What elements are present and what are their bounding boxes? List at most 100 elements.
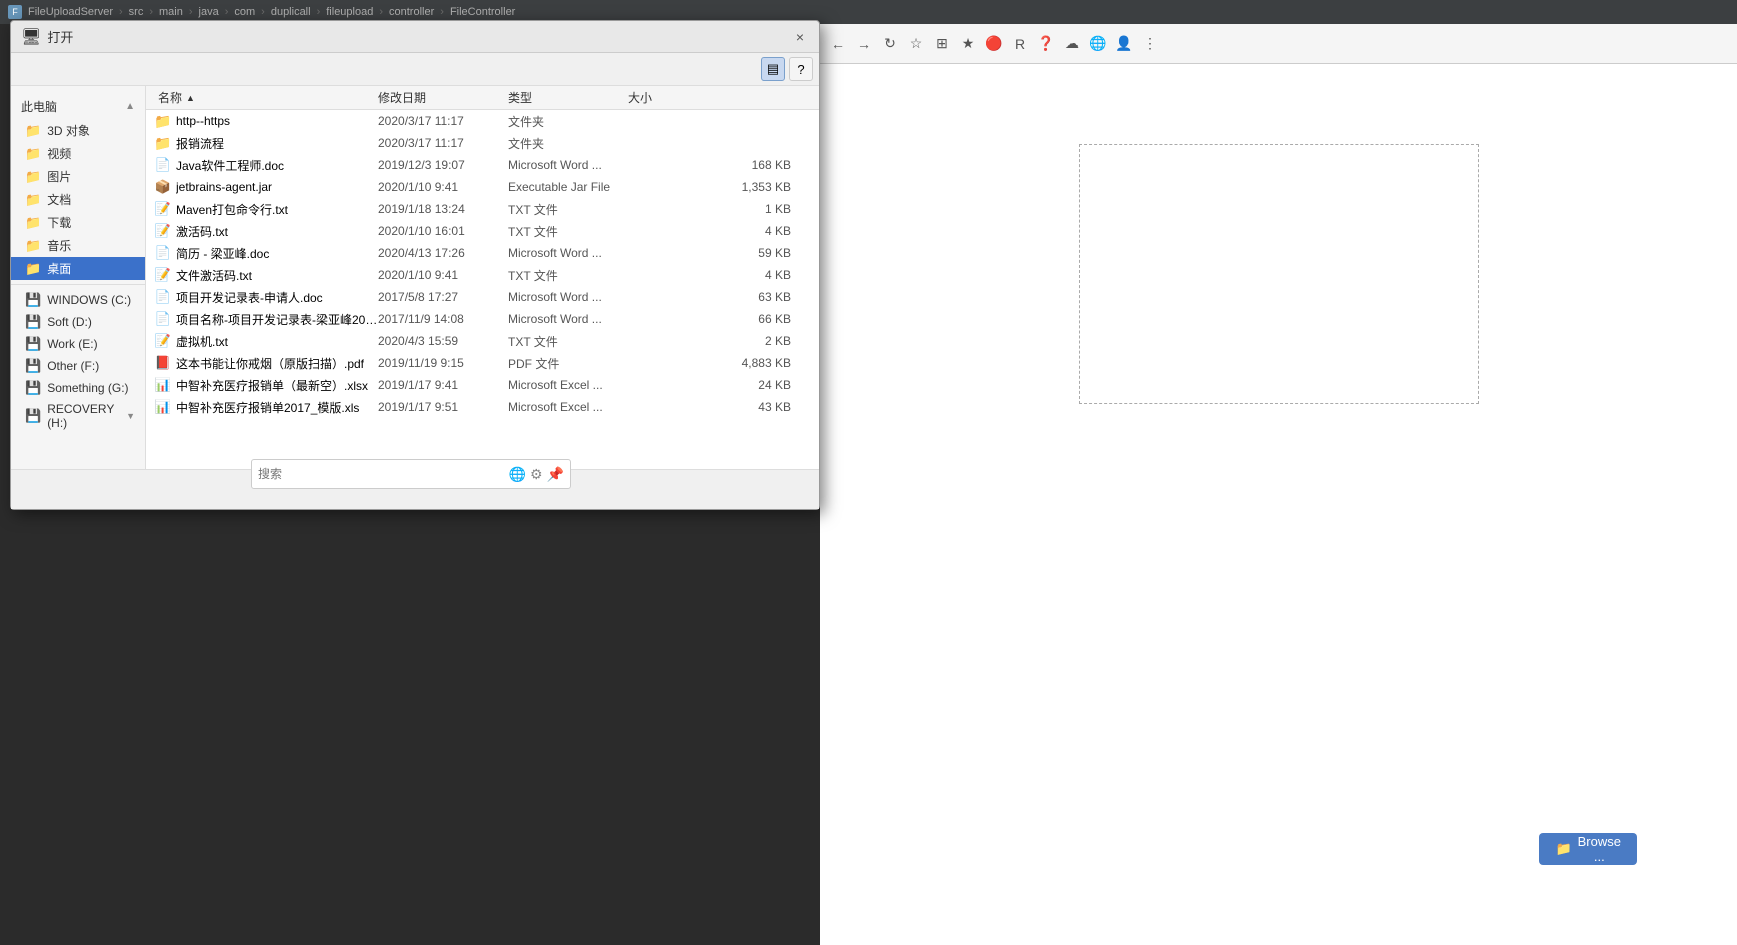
extension-icon-7[interactable]: 🌐 [1088, 34, 1108, 54]
sidebar-item-work[interactable]: 💾 Work (E:) [11, 333, 145, 355]
file-row[interactable]: 📄 Java软件工程师.doc 2019/12/3 19:07 Microsof… [146, 154, 819, 176]
close-button[interactable]: × [791, 28, 809, 46]
file-size: 168 KB [628, 158, 811, 172]
col-date[interactable]: 修改日期 [374, 86, 504, 109]
collapse-arrow: ▼ [126, 411, 135, 421]
file-row[interactable]: 📝 Maven打包命令行.txt 2019/1/18 13:24 TXT 文件 … [146, 198, 819, 220]
dialog-title-icon: 🖥 [21, 27, 41, 47]
extension-icon-2[interactable]: ★ [958, 34, 978, 54]
topbar-item-6: duplicall [271, 6, 311, 18]
extension-icon-3[interactable]: 🔴 [984, 34, 1004, 54]
col-size[interactable]: 大小 [624, 86, 811, 109]
file-size: 24 KB [628, 378, 811, 392]
file-name: Maven打包命令行.txt [176, 201, 378, 218]
file-type: TXT 文件 [508, 223, 628, 240]
browse-button[interactable]: 📁 Browse ... [1539, 833, 1637, 865]
file-row[interactable]: 📝 激活码.txt 2020/1/10 16:01 TXT 文件 4 KB [146, 220, 819, 242]
sidebar-item-download[interactable]: 📁 下载 [11, 211, 145, 234]
search-bar: 🌐 ⚙ 📌 [251, 459, 571, 489]
file-row[interactable]: 📄 项目开发记录表-申请人.doc 2017/5/8 17:27 Microso… [146, 286, 819, 308]
drive-icon: 💾 [25, 292, 41, 308]
forward-icon[interactable]: → [854, 34, 874, 54]
col-type[interactable]: 类型 [504, 86, 624, 109]
refresh-icon[interactable]: ↻ [880, 34, 900, 54]
sidebar-item-video[interactable]: 📁 视频 [11, 142, 145, 165]
file-row[interactable]: 📊 中智补充医疗报销单2017_模版.xls 2019/1/17 9:51 Mi… [146, 396, 819, 418]
file-row[interactable]: 📁 报销流程 2020/3/17 11:17 文件夹 [146, 132, 819, 154]
search-emoji-2[interactable]: ⚙ [530, 466, 543, 483]
file-row[interactable]: 📄 项目名称-项目开发记录表-梁亚峰20171... 2017/11/9 14:… [146, 308, 819, 330]
file-size: 59 KB [628, 246, 811, 260]
topbar-item-7: fileupload [326, 6, 373, 18]
file-row[interactable]: 📝 虚拟机.txt 2020/4/3 15:59 TXT 文件 2 KB [146, 330, 819, 352]
extension-icon-1[interactable]: ⊞ [932, 34, 952, 54]
folder-icon: 📁 [25, 238, 41, 254]
extension-icon-6[interactable]: ☁ [1062, 34, 1082, 54]
folder-icon: 📁 [25, 123, 41, 139]
drive-icon: 💾 [25, 314, 41, 330]
file-name: 这本书能让你戒烟（原版扫描）.pdf [176, 355, 378, 372]
file-open-dialog: 🖥 打开 × ▤ ? 此电脑 ▲ 📁 3D 对象 📁 视频 [10, 20, 820, 510]
file-row[interactable]: 📊 中智补充医疗报销单（最新空）.xlsx 2019/1/17 9:41 Mic… [146, 374, 819, 396]
topbar-item-9: FileController [450, 6, 515, 18]
file-size: 4,883 KB [628, 356, 811, 370]
file-size: 63 KB [628, 290, 811, 304]
sidebar-item-other[interactable]: 💾 Other (F:) [11, 355, 145, 377]
file-list[interactable]: 📁 http--https 2020/3/17 11:17 文件夹 📁 报销流程… [146, 110, 819, 469]
help-button[interactable]: ? [789, 57, 813, 81]
file-type: Microsoft Word ... [508, 290, 628, 304]
sidebar-item-desktop[interactable]: 📁 桌面 [11, 257, 145, 280]
file-icon: 📁 [154, 134, 172, 152]
user-avatar[interactable]: 👤 [1114, 34, 1134, 54]
sidebar-item-soft[interactable]: 💾 Soft (D:) [11, 311, 145, 333]
drive-icon: 💾 [25, 408, 41, 424]
file-type: Microsoft Word ... [508, 312, 628, 326]
file-icon: 📕 [154, 354, 172, 372]
browser-area: ← → ↻ ☆ ⊞ ★ 🔴 R ❓ ☁ 🌐 👤 ⋮ 📁 Browse ... [820, 24, 1737, 945]
file-row[interactable]: 📝 文件激活码.txt 2020/1/10 9:41 TXT 文件 4 KB [146, 264, 819, 286]
col-name[interactable]: 名称 ▲ [154, 86, 374, 109]
file-row[interactable]: 📕 这本书能让你戒烟（原版扫描）.pdf 2019/11/19 9:15 PDF… [146, 352, 819, 374]
file-date: 2019/11/19 9:15 [378, 356, 508, 370]
browser-content: 📁 Browse ... [820, 64, 1737, 945]
sidebar-item-windows[interactable]: 💾 WINDOWS (C:) [11, 289, 145, 311]
file-size: 4 KB [628, 268, 811, 282]
file-icon: 📦 [154, 178, 172, 196]
sidebar-item-picture[interactable]: 📁 图片 [11, 165, 145, 188]
back-icon[interactable]: ← [828, 34, 848, 54]
bookmark-icon[interactable]: ☆ [906, 34, 926, 54]
view-toggle-button[interactable]: ▤ [761, 57, 785, 81]
extension-icon-4[interactable]: R [1010, 34, 1030, 54]
file-date: 2020/1/10 9:41 [378, 268, 508, 282]
file-icon: 📊 [154, 376, 172, 394]
extension-icon-5[interactable]: ❓ [1036, 34, 1056, 54]
search-input[interactable] [258, 467, 505, 481]
file-icon: 📝 [154, 266, 172, 284]
dialog-titlebar: 🖥 打开 × [11, 21, 819, 53]
file-name: http--https [176, 114, 378, 128]
ide-logo: F [8, 5, 22, 19]
topbar-item-5: com [234, 6, 255, 18]
menu-icon[interactable]: ⋮ [1140, 34, 1160, 54]
sidebar-item-music[interactable]: 📁 音乐 [11, 234, 145, 257]
search-emoji-1[interactable]: 🌐 [509, 466, 526, 483]
sidebar-item-3d[interactable]: 📁 3D 对象 [11, 119, 145, 142]
file-type: Executable Jar File [508, 180, 628, 194]
sidebar-collapse-arrow[interactable]: ▲ [125, 101, 135, 112]
file-row[interactable]: 📦 jetbrains-agent.jar 2020/1/10 9:41 Exe… [146, 176, 819, 198]
file-row[interactable]: 📄 简历 - 梁亚峰.doc 2020/4/13 17:26 Microsoft… [146, 242, 819, 264]
file-icon: 📄 [154, 156, 172, 174]
file-icon: 📁 [154, 112, 172, 130]
file-icon: 📄 [154, 310, 172, 328]
file-size: 1 KB [628, 202, 811, 216]
file-row[interactable]: 📁 http--https 2020/3/17 11:17 文件夹 [146, 110, 819, 132]
file-size: 1,353 KB [628, 180, 811, 194]
search-emoji-3[interactable]: 📌 [547, 466, 564, 483]
sidebar-item-recovery[interactable]: 💾 RECOVERY (H:) ▼ [11, 399, 145, 433]
file-date: 2020/1/10 9:41 [378, 180, 508, 194]
file-size: 4 KB [628, 224, 811, 238]
sidebar-item-document[interactable]: 📁 文档 [11, 188, 145, 211]
file-type: Microsoft Word ... [508, 158, 628, 172]
folder-icon: 📁 [25, 192, 41, 208]
sidebar-item-something[interactable]: 💾 Something (G:) [11, 377, 145, 399]
